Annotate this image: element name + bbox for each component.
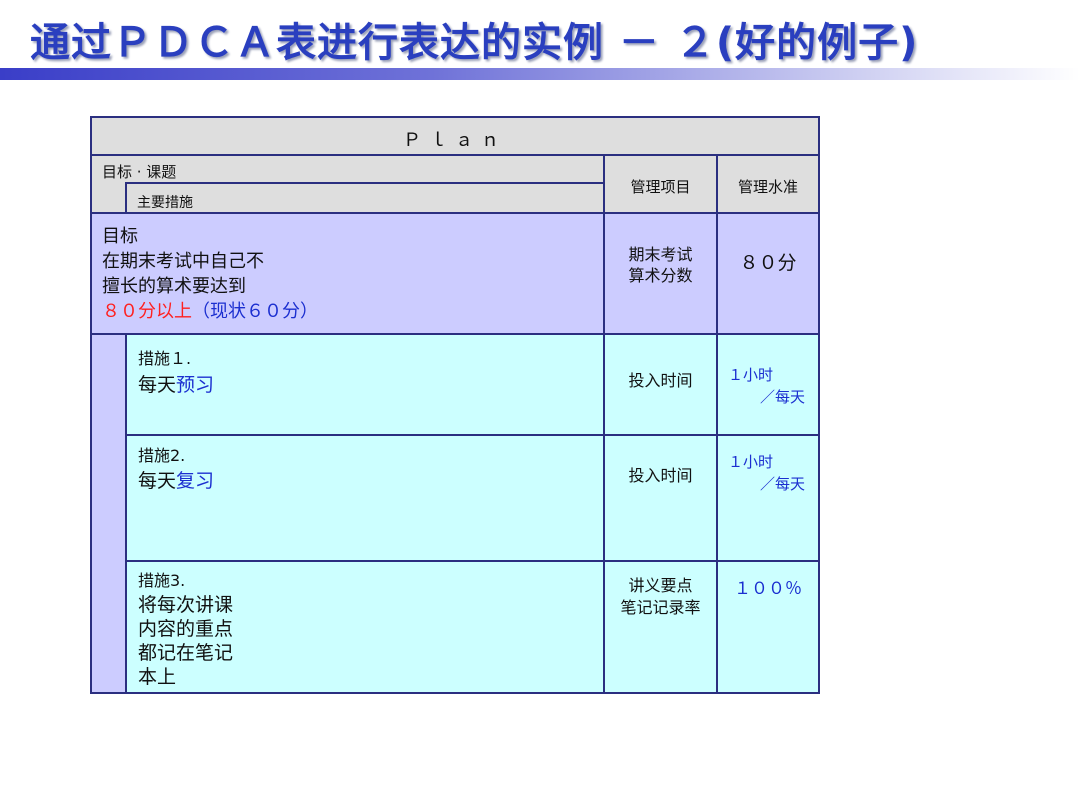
goal-line-1: 在期末考试中自己不 [102,251,264,272]
measure-2-item: 投入时间 [628,466,693,485]
measure-2-level-line-2: ／每天 [760,475,806,493]
measure-2-item-cell: 投入时间 [603,434,718,562]
measure-2-highlight: 复习 [176,470,215,492]
measure-3-level: １００％ [734,579,802,599]
slide-title: 通过ＰＤＣＡ表进行表达的实例 － ２(好的例子) [30,20,919,66]
measure-3-line-3: 都记在笔记 [138,642,234,664]
measure-1-item: 投入时间 [628,371,693,390]
item-header-cell: 管理项目 [603,154,718,214]
goal-header: 目标 · 课题 [102,163,177,181]
goal-label: 目标 [102,226,138,247]
goal-cell: 目标 在期末考试中自己不 擅长的算术要达到 ８０分以上（现状６０分） [90,212,605,335]
measure-1-level-line-1: １小时 [728,366,774,384]
measure-1-item-cell: 投入时间 [603,333,718,436]
title-underline-bar [0,68,1080,80]
goal-item-line-1: 期末考试 [628,245,693,264]
goal-level-cell: ８０分 [716,212,820,335]
measure-1-cell: 措施１. 每天预习 [125,333,605,436]
measure-3-cell: 措施3. 将每次讲课 内容的重点 都记在笔记 本上 [125,560,605,694]
measure-2-level-line-1: １小时 [728,453,774,471]
measure-3-level-cell: １００％ [716,560,820,694]
goal-item-cell: 期末考试 算术分数 [603,212,718,335]
plan-header-cell: Ｐｌａｎ [90,116,820,156]
measure-subheader-cell: 主要措施 [125,182,605,214]
goal-item-line-2: 算术分数 [628,266,693,285]
measure-3-item-line-1: 讲义要点 [628,576,693,595]
measure-3-item-line-2: 笔记记录率 [620,598,701,617]
measure-3-line-1: 将每次讲课 [138,594,234,616]
measure-2-label: 措施2. [138,446,186,465]
plan-header: Ｐｌａｎ [403,130,507,151]
item-header: 管理项目 [630,178,691,196]
measure-1-label: 措施１. [138,349,192,368]
measure-3-line-4: 本上 [138,666,177,688]
measure-1-level-line-2: ／每天 [760,388,806,406]
measure-1-highlight: 预习 [176,374,215,396]
measure-2-cell: 措施2. 每天复习 [125,434,605,562]
measure-3-item-cell: 讲义要点 笔记记录率 [603,560,718,694]
goal-target: ８０分以上 [102,301,192,322]
level-header-cell: 管理水准 [716,154,820,214]
indent-strip [90,333,127,694]
goal-line-3: ８０分以上（现状６０分） [102,297,318,323]
measure-3-label: 措施3. [138,571,186,590]
measure-1-text: 每天预习 [138,374,215,396]
measure-2-level-cell: １小时 ／每天 [716,434,820,562]
level-header: 管理水准 [737,178,798,196]
measure-2-text: 每天复习 [138,470,215,492]
goal-status: （现状６０分） [192,301,318,322]
measure-1-level-cell: １小时 ／每天 [716,333,820,436]
measure-3-line-2: 内容的重点 [138,618,234,640]
goal-line-2: 擅长的算术要达到 [102,276,246,297]
measure-subheader: 主要措施 [137,195,193,211]
goal-level: ８０分 [739,252,797,274]
